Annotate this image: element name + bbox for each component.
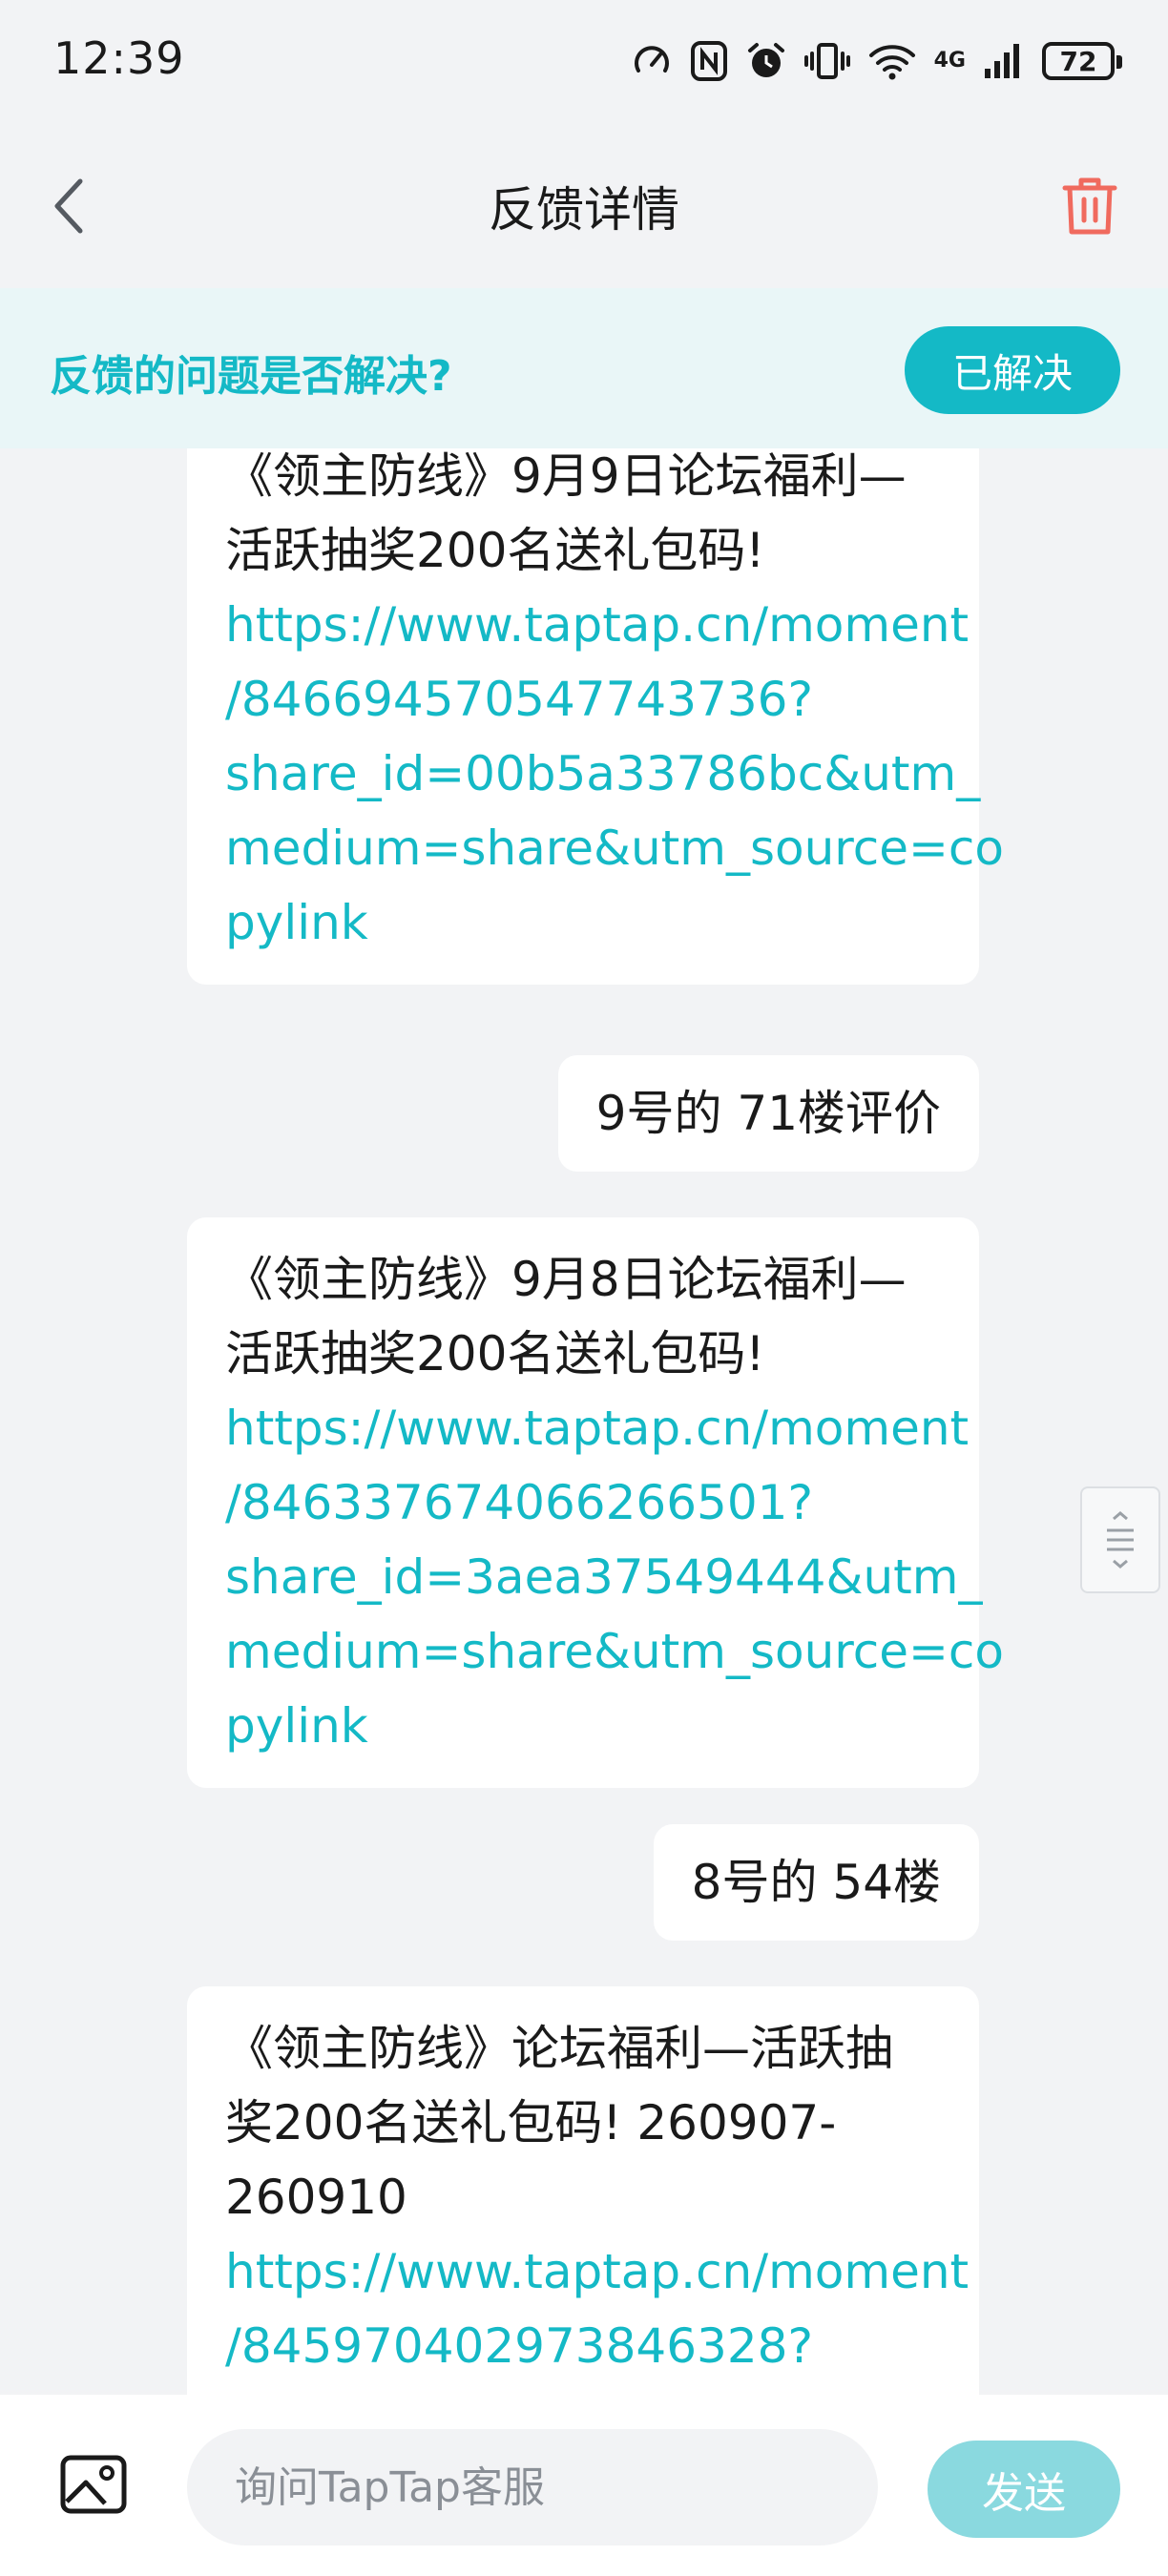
status-time: 12:39 bbox=[53, 32, 185, 84]
vibrate-icon bbox=[803, 40, 850, 82]
message-link[interactable]: medium=share&utm_source=co bbox=[225, 1614, 1004, 1689]
drag-handle-icon bbox=[1107, 1511, 1134, 1568]
received-message: 《领主防线》9月8日论坛福利— 活跃抽奖200名送礼包码! https://ww… bbox=[187, 1217, 1004, 1788]
resolve-question: 反馈的问题是否解决? bbox=[50, 352, 452, 401]
resolved-button[interactable]: 已解决 bbox=[905, 326, 1120, 414]
message-input[interactable] bbox=[187, 2429, 878, 2545]
message-text: 《领主防线》9月9日论坛福利— bbox=[225, 448, 907, 504]
network-type-label: 4G bbox=[933, 49, 966, 73]
message-link[interactable]: share_id=00b5a33786bc&utm_ bbox=[225, 737, 980, 811]
message-text: 奖200名送礼包码! 260907- bbox=[225, 2095, 837, 2150]
message-link[interactable]: medium=share&utm_source=co bbox=[225, 811, 1004, 885]
image-icon bbox=[60, 2455, 127, 2514]
message-link[interactable]: https://www.taptap.cn/moment bbox=[225, 2234, 969, 2309]
message-link[interactable]: /846337674066266501? bbox=[225, 1465, 941, 1540]
message-text: 9号的 71楼评价 bbox=[595, 1086, 941, 1141]
chat-area[interactable]: 《领主防线》9月9日论坛福利— 活跃抽奖200名送礼包码! https://ww… bbox=[0, 448, 1168, 2395]
resolve-banner: 反馈的问题是否解决? 已解决 bbox=[0, 288, 1168, 448]
wifi-icon bbox=[867, 40, 917, 82]
message-link[interactable]: share_id=3aea37549444&utm_ bbox=[225, 1540, 982, 1614]
message-link[interactable]: https://www.taptap.cn/moment bbox=[225, 588, 969, 662]
image-button[interactable] bbox=[57, 2448, 130, 2521]
input-bar: 发送 bbox=[0, 2395, 1168, 2576]
page-title: 反馈详情 bbox=[489, 182, 679, 238]
speedometer-icon bbox=[631, 40, 673, 82]
send-button[interactable]: 发送 bbox=[928, 2441, 1120, 2538]
message-link[interactable]: /846694570547743736? bbox=[225, 662, 941, 737]
signal-icon bbox=[983, 40, 1025, 82]
nfc-icon bbox=[690, 40, 728, 82]
message-link[interactable]: pylink bbox=[225, 885, 941, 960]
message-link[interactable]: pylink bbox=[225, 1689, 941, 1763]
battery-icon: 72 bbox=[1042, 42, 1122, 80]
message-text: 《领主防线》论坛福利—活跃抽 bbox=[225, 2021, 893, 2076]
sent-message: 8号的 54楼 bbox=[653, 1824, 979, 1941]
status-icons: 4G 72 bbox=[631, 34, 1122, 88]
received-message: 《领主防线》9月9日论坛福利— 活跃抽奖200名送礼包码! https://ww… bbox=[187, 448, 1004, 985]
message-link[interactable]: /845970402973846328? bbox=[225, 2309, 941, 2383]
sent-message: 9号的 71楼评价 bbox=[557, 1055, 979, 1172]
message-text: 8号的 54楼 bbox=[691, 1855, 941, 1910]
message-text: 《领主防线》9月8日论坛福利— bbox=[225, 1252, 907, 1307]
message-text: 活跃抽奖200名送礼包码! bbox=[225, 523, 765, 578]
alarm-icon bbox=[745, 40, 787, 82]
battery-level: 72 bbox=[1059, 45, 1097, 77]
trash-icon bbox=[1062, 177, 1117, 235]
message-link[interactable]: https://www.taptap.cn/moment bbox=[225, 1391, 969, 1465]
message-text: 活跃抽奖200名送礼包码! bbox=[225, 1326, 765, 1381]
received-message: 《领主防线》论坛福利—活跃抽 奖200名送礼包码! 260907- 260910… bbox=[187, 1986, 979, 2395]
status-bar: 12:39 4G 72 bbox=[0, 0, 1168, 124]
scroll-handle[interactable] bbox=[1080, 1486, 1160, 1593]
message-text: 260910 bbox=[225, 2170, 407, 2225]
delete-button[interactable] bbox=[1053, 170, 1126, 242]
header: 反馈详情 bbox=[0, 124, 1168, 288]
